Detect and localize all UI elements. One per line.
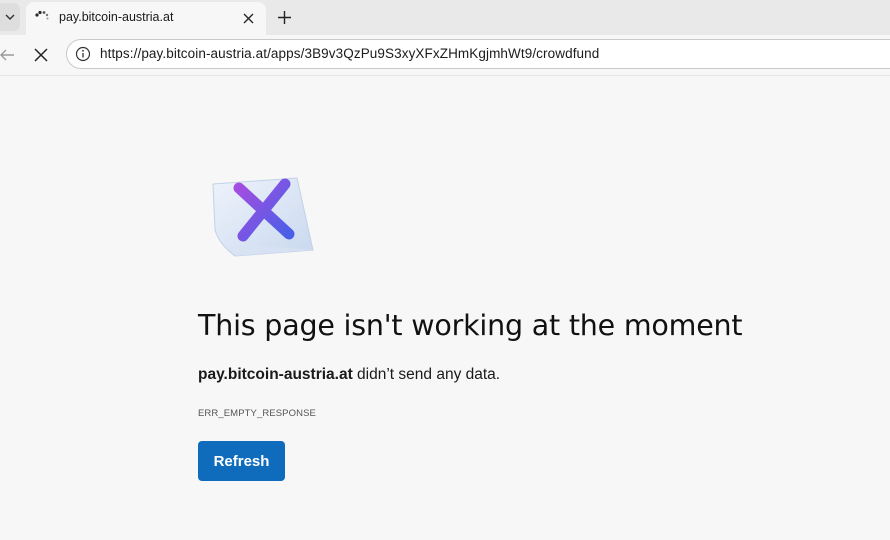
tab-strip: pay.bitcoin-austria.at (0, 0, 890, 35)
tab-title: pay.bitcoin-austria.at (59, 10, 174, 24)
url-text[interactable]: https://pay.bitcoin-austria.at/apps/3B9v… (100, 46, 599, 61)
tab-list-button[interactable] (0, 3, 20, 31)
error-host: pay.bitcoin-austria.at (198, 366, 353, 383)
broken-page-x-icon (205, 172, 320, 262)
new-tab-button[interactable] (274, 7, 294, 27)
arrow-left-icon (0, 49, 14, 61)
chevron-down-icon (5, 14, 15, 20)
refresh-button[interactable]: Refresh (198, 441, 285, 481)
active-tab[interactable]: pay.bitcoin-austria.at (26, 2, 266, 35)
error-heading: This page isn't working at the moment (198, 309, 743, 342)
error-message: pay.bitcoin-austria.at didn’t send any d… (198, 366, 500, 384)
plus-icon (277, 10, 291, 24)
tab-close-button[interactable] (240, 10, 256, 26)
loading-spinner-icon (35, 10, 49, 20)
info-icon[interactable] (75, 46, 91, 62)
close-icon (34, 48, 48, 62)
error-code: ERR_EMPTY_RESPONSE (198, 408, 316, 419)
close-icon (243, 13, 253, 23)
back-button[interactable] (0, 45, 18, 65)
error-message-suffix: didn’t send any data. (352, 366, 501, 383)
browser-toolbar: https://pay.bitcoin-austria.at/apps/3B9v… (0, 35, 890, 76)
address-bar[interactable]: https://pay.bitcoin-austria.at/apps/3B9v… (66, 39, 890, 69)
stop-loading-button[interactable] (32, 46, 50, 64)
